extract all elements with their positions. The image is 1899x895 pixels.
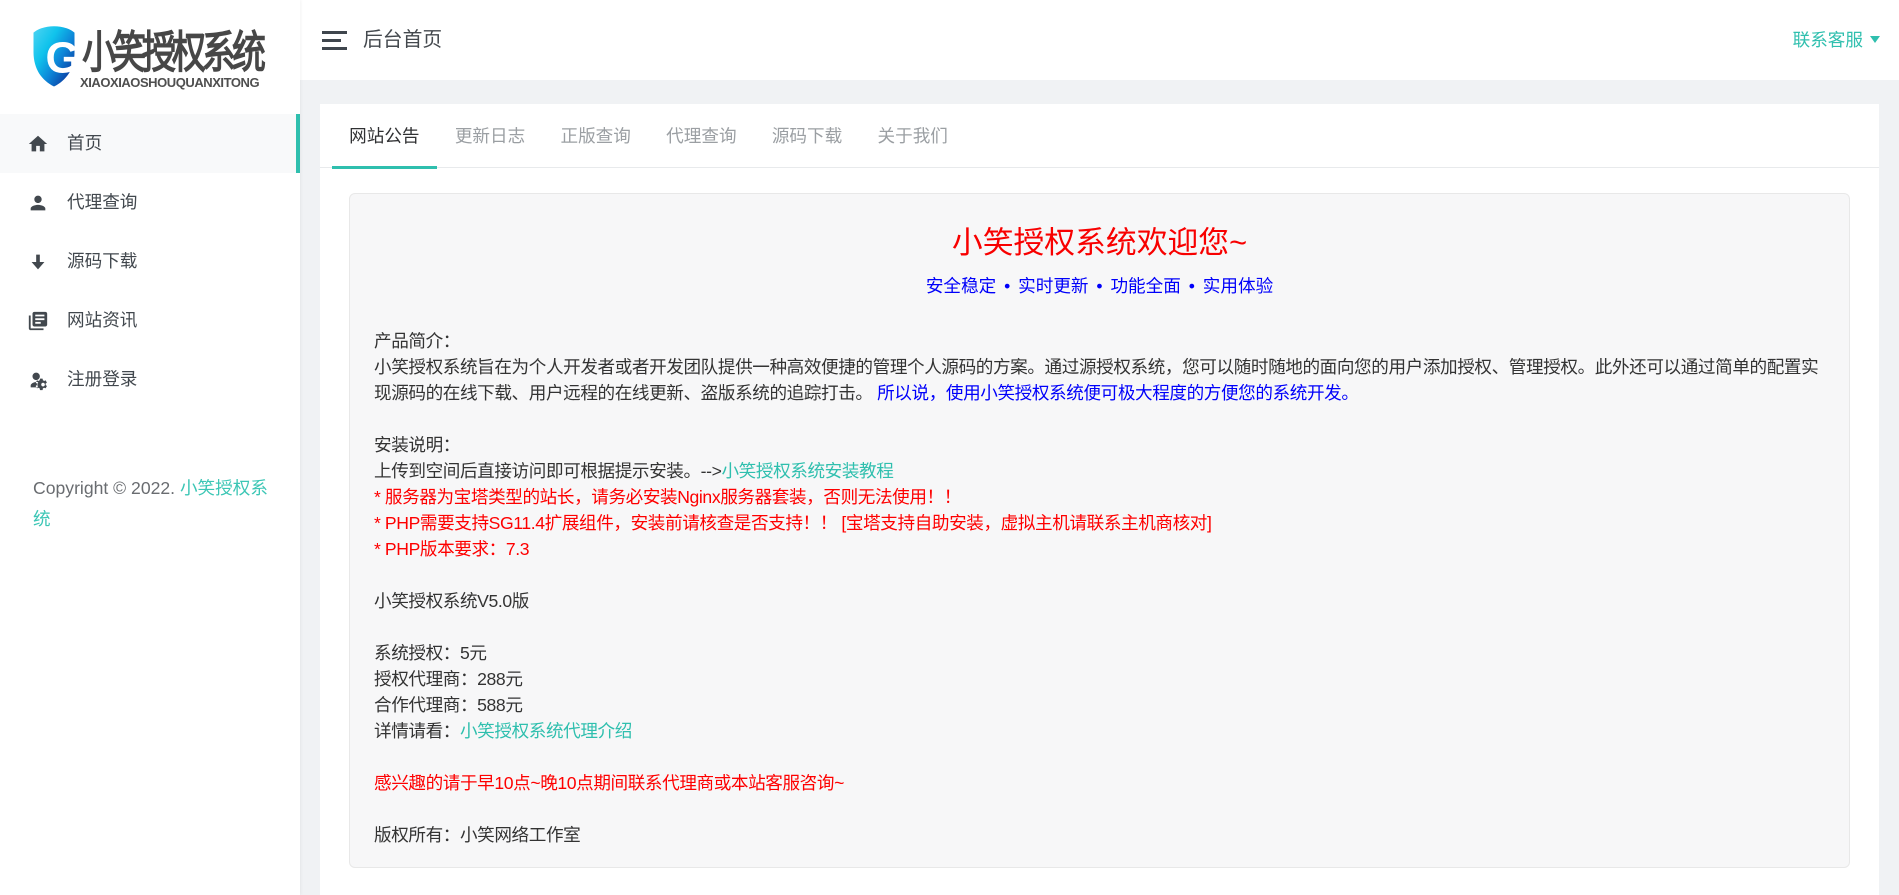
svg-text:G: G (46, 34, 76, 83)
